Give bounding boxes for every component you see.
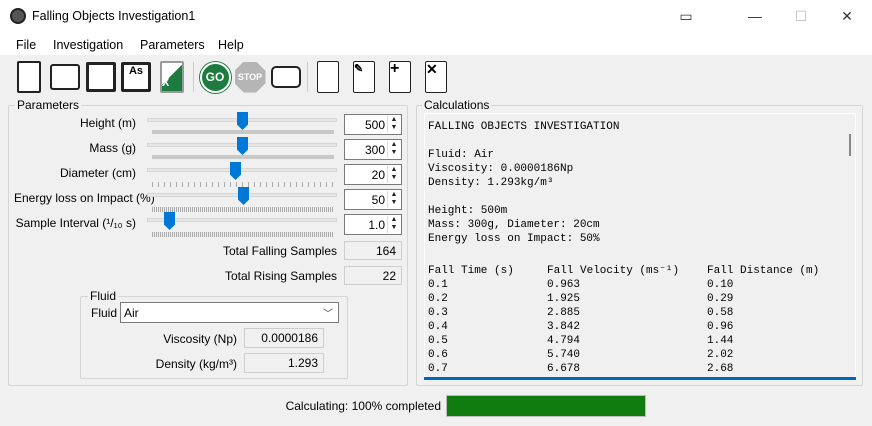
snap-icon[interactable]: ▭ xyxy=(663,0,709,33)
total-rising-value: 22 xyxy=(344,266,402,285)
table-cell: 0.1 xyxy=(428,279,448,291)
menu-help[interactable]: Help xyxy=(218,38,244,52)
table-cell: 4.794 xyxy=(547,335,581,347)
table-header: Fall Time (s) xyxy=(428,265,514,277)
table-header: Fall Velocity (ms⁻¹) xyxy=(547,265,680,277)
table-cell: 0.5 xyxy=(428,335,448,347)
total-falling-value: 164 xyxy=(344,241,402,260)
table-cell: 0.2 xyxy=(428,293,448,305)
table-cell: 0.29 xyxy=(707,293,734,305)
delete-object-icon[interactable]: ✕ xyxy=(419,59,453,95)
height-label: Height (m) xyxy=(79,116,136,130)
table-cell: 1.925 xyxy=(547,293,581,305)
chevron-down-icon: ﹀ xyxy=(323,309,333,320)
focus-underline xyxy=(424,377,856,380)
parameters-title: Parameters xyxy=(15,98,82,112)
menu-file[interactable]: File xyxy=(16,38,36,52)
table-cell: 1.44 xyxy=(707,335,734,347)
print-icon[interactable] xyxy=(269,59,303,95)
calc-line: Fluid: Air xyxy=(428,149,495,161)
sample-interval-label: Sample Interval (¹/₁₀ s) xyxy=(15,216,136,230)
save-icon[interactable] xyxy=(84,59,118,95)
open-folder-icon[interactable] xyxy=(48,59,82,95)
fluid-label: Fluid xyxy=(91,306,118,320)
table-cell: 0.10 xyxy=(707,279,734,291)
sample-interval-slider-track[interactable] xyxy=(147,218,337,222)
diameter-spinner[interactable]: 20 ▲ ▼ xyxy=(344,164,402,185)
density-label: Density (kg/m³) xyxy=(155,357,237,371)
calculations-output[interactable]: FALLING OBJECTS INVESTIGATION Fluid: Air V… xyxy=(424,113,856,379)
table-header: Fall Distance (m) xyxy=(707,265,820,277)
mass-label: Mass (g) xyxy=(89,141,136,155)
viscosity-label: Viscosity (Np) xyxy=(163,332,237,346)
table-cell: 0.963 xyxy=(547,279,581,291)
mass-spinner[interactable]: 300 ▲ ▼ xyxy=(344,139,402,160)
calc-line: Density: 1.293kg/m³ xyxy=(428,177,554,189)
minimize-button[interactable]: — xyxy=(732,0,778,33)
calc-line: Viscosity: 0.0000186Np xyxy=(428,163,574,175)
table-cell: 0.6 xyxy=(428,349,448,361)
close-button[interactable]: ✕ xyxy=(824,0,870,33)
save-as-icon[interactable]: As xyxy=(119,59,153,95)
progress-bar xyxy=(446,395,646,417)
height-spinner[interactable]: 500 ▲ ▼ xyxy=(344,114,402,135)
table-cell: 2.885 xyxy=(547,307,581,319)
density-value: 1.293 xyxy=(244,353,324,373)
energy-loss-spinner[interactable]: 50 ▲ ▼ xyxy=(344,189,402,210)
go-button[interactable]: GO xyxy=(198,59,232,95)
total-rising-label: Total Rising Samples xyxy=(224,269,337,283)
maximize-button[interactable]: ☐ xyxy=(778,0,824,33)
table-cell: 0.58 xyxy=(707,307,734,319)
edit-object-icon[interactable]: ✎ xyxy=(347,59,381,95)
table-cell: 0.4 xyxy=(428,321,448,333)
menu-bar xyxy=(0,33,872,55)
viscosity-value: 0.0000186 xyxy=(244,328,324,348)
table-cell: 0.3 xyxy=(428,307,448,319)
excel-export-icon[interactable]: X xyxy=(155,59,189,95)
calculations-title: Calculations xyxy=(422,98,492,112)
scrollbar-thumb[interactable] xyxy=(849,134,851,156)
energy-loss-label: Energy loss on Impact (%) xyxy=(14,191,155,205)
fluid-dropdown[interactable]: Air ﹀ xyxy=(120,302,339,323)
app-icon xyxy=(10,8,26,24)
status-text: Calculating: 100% completed xyxy=(285,399,441,413)
table-cell: 3.842 xyxy=(547,321,581,333)
diameter-label: Diameter (cm) xyxy=(59,166,136,180)
table-cell: 5.740 xyxy=(547,349,581,361)
stop-button[interactable]: STOP xyxy=(233,59,267,95)
table-cell: 6.678 xyxy=(547,363,581,375)
window-title: Falling Objects Investigation1 xyxy=(32,9,196,23)
calc-line: Height: 500m xyxy=(428,205,508,217)
table-cell: 0.7 xyxy=(428,363,448,375)
menu-parameters[interactable]: Parameters xyxy=(140,38,205,52)
add-object-icon[interactable]: + xyxy=(383,59,417,95)
calc-line: FALLING OBJECTS INVESTIGATION xyxy=(428,121,620,133)
table-cell: 0.96 xyxy=(707,321,734,333)
new-document-icon[interactable] xyxy=(12,59,46,95)
object-list-icon[interactable] xyxy=(311,59,345,95)
calc-line: Mass: 300g, Diameter: 20cm xyxy=(428,219,600,231)
sample-interval-spinner[interactable]: 1.0 ▲ ▼ xyxy=(344,214,402,235)
total-falling-label: Total Falling Samples xyxy=(222,244,337,258)
diameter-slider-track[interactable] xyxy=(147,168,337,172)
progress-fill xyxy=(447,396,645,416)
menu-investigation[interactable]: Investigation xyxy=(53,38,123,52)
table-cell: 2.02 xyxy=(707,349,734,361)
fluid-group-title: Fluid xyxy=(88,289,119,303)
calc-line: Energy loss on Impact: 50% xyxy=(428,233,600,245)
table-cell: 2.68 xyxy=(707,363,734,375)
